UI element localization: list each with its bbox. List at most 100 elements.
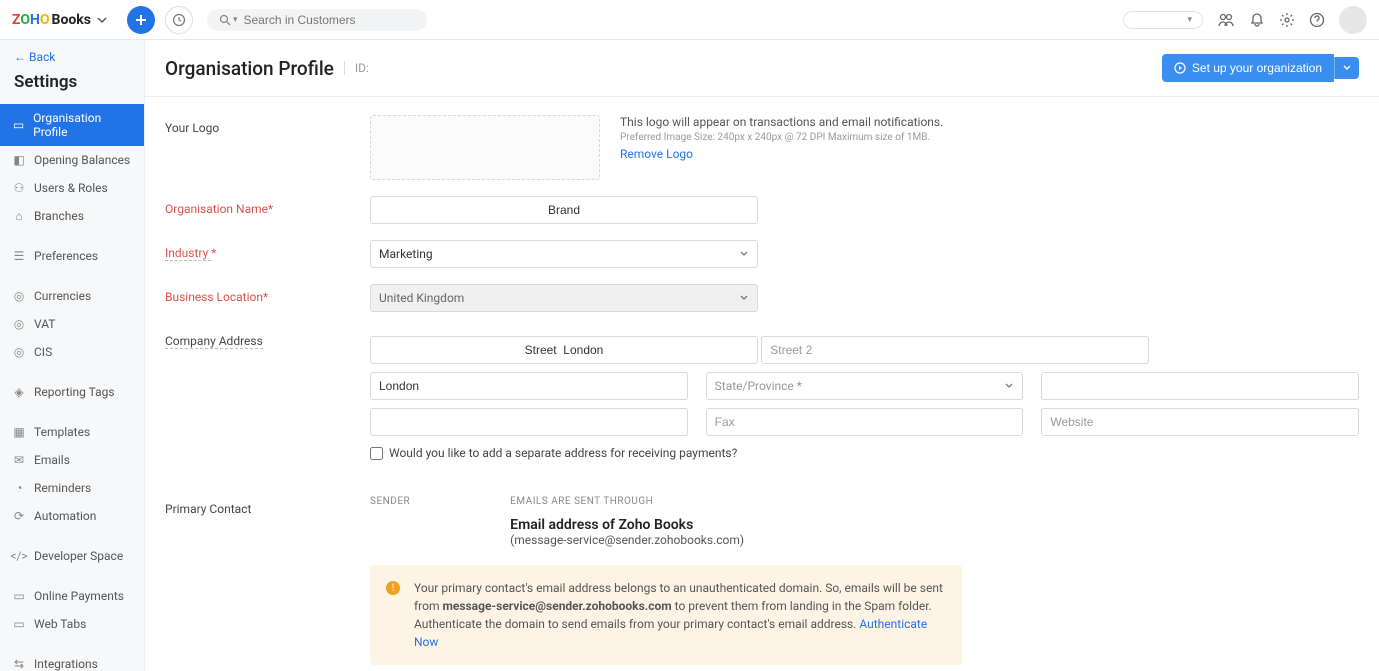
- chevron-down-icon: [739, 293, 749, 303]
- gear-icon[interactable]: [1279, 12, 1295, 28]
- sidebar-item-label: VAT: [34, 317, 55, 331]
- org-selector[interactable]: ▾: [1123, 11, 1203, 29]
- sidebar-item-label: Preferences: [34, 249, 98, 263]
- org-name-input[interactable]: [370, 196, 758, 224]
- org-name-label: Organisation Name*: [165, 196, 370, 216]
- page-title: Organisation Profile: [165, 57, 334, 80]
- sidebar-icon: ⟳: [12, 509, 26, 523]
- sender-heading: SENDER: [370, 496, 410, 507]
- search-input[interactable]: [243, 13, 413, 27]
- sidebar-item-branches[interactable]: ⌂ Branches: [0, 202, 144, 230]
- main-content: Organisation Profile ID: Set up your org…: [145, 40, 1379, 671]
- sidebar-icon: ⇆: [12, 657, 26, 671]
- sidebar-item-label: Integrations: [34, 657, 98, 671]
- recent-button[interactable]: [165, 6, 193, 34]
- sidebar-icon: ▭: [12, 118, 25, 132]
- sidebar-icon: ▦: [12, 425, 26, 439]
- refer-icon[interactable]: [1217, 11, 1235, 29]
- zip-input[interactable]: [1041, 372, 1359, 400]
- help-icon[interactable]: [1309, 12, 1325, 28]
- sidebar-icon: ◎: [12, 317, 26, 331]
- search-scope-caret: ▾: [233, 15, 238, 25]
- sidebar-item-reminders[interactable]: ◔Reminders: [0, 474, 144, 502]
- sidebar-item-label: Reminders: [34, 481, 91, 495]
- logo-size-hint: Preferred Image Size: 240px x 240px @ 72…: [620, 132, 943, 143]
- logo-zoho: ZOHO: [12, 12, 50, 28]
- domain-warning: ! Your primary contact's email address b…: [370, 565, 962, 665]
- sidebar-item-web-tabs[interactable]: ▭Web Tabs: [0, 610, 144, 638]
- sidebar-icon: </>: [12, 549, 26, 563]
- sidebar-item-label: Branches: [34, 209, 84, 223]
- sidebar-item-opening-balances[interactable]: ◧ Opening Balances: [0, 146, 144, 174]
- sidebar-icon: ◧: [12, 153, 26, 167]
- street2-input[interactable]: [761, 336, 1149, 364]
- sidebar-title: Settings: [0, 68, 144, 104]
- separate-address-checkbox[interactable]: [370, 447, 383, 460]
- sidebar-item-developer-space[interactable]: </> Developer Space: [0, 542, 144, 570]
- company-address-label: Company Address: [165, 328, 370, 348]
- sidebar-item-online-payments[interactable]: ▭ Online Payments: [0, 582, 144, 610]
- business-location-label: Business Location*: [165, 284, 370, 304]
- arrow-left-icon: ←: [14, 50, 26, 64]
- sidebar-item-templates[interactable]: ▦ Templates: [0, 418, 144, 446]
- logo-upload[interactable]: [370, 115, 600, 180]
- sidebar-item-label: CIS: [34, 345, 52, 359]
- sidebar-item-integrations[interactable]: ⇆ Integrations: [0, 650, 144, 671]
- logo-label: Your Logo: [165, 115, 370, 135]
- sidebar-item-label: Developer Space: [34, 549, 123, 563]
- sidebar-item-label: Automation: [34, 509, 96, 523]
- sidebar-item-vat[interactable]: ◎ VAT: [0, 310, 144, 338]
- sidebar-icon: ◎: [12, 289, 26, 303]
- chevron-down-icon: [1004, 381, 1014, 391]
- sidebar-icon: ◎: [12, 345, 26, 359]
- chevron-down-icon: [97, 15, 107, 25]
- sidebar-item-label: Users & Roles: [34, 181, 108, 195]
- industry-select[interactable]: Marketing: [370, 240, 758, 268]
- sent-through-heading: EMAILS ARE SENT THROUGH: [510, 496, 744, 507]
- sidebar-icon: ▭: [12, 589, 26, 603]
- sidebar-icon: ☰: [12, 249, 26, 263]
- logo-help-text: This logo will appear on transactions an…: [620, 115, 943, 129]
- sidebar-item-organisation-profile[interactable]: ▭ Organisation Profile: [0, 104, 144, 146]
- page-header: Organisation Profile ID: Set up your org…: [145, 40, 1379, 97]
- bell-icon[interactable]: [1249, 12, 1265, 28]
- sidebar-item-label: Templates: [34, 425, 90, 439]
- fax-input[interactable]: [706, 408, 1024, 436]
- street1-input[interactable]: [370, 336, 758, 364]
- state-select[interactable]: State/Province *: [706, 372, 1024, 400]
- sidebar-item-label: Organisation Profile: [33, 111, 132, 139]
- sent-through-email: (message-service@sender.zohobooks.com): [510, 533, 744, 547]
- sidebar-item-users-roles[interactable]: ⚇Users & Roles: [0, 174, 144, 202]
- search-icon: [219, 14, 231, 26]
- sidebar-item-label: Reporting Tags: [34, 385, 115, 399]
- avatar[interactable]: [1339, 6, 1367, 34]
- topbar: ZOHO Books ▾ ▾: [0, 0, 1379, 40]
- sidebar-item-label: Opening Balances: [34, 153, 130, 167]
- page-id-label: ID:: [344, 61, 369, 75]
- sidebar-item-automation[interactable]: ⟳ Automation: [0, 502, 144, 530]
- back-link[interactable]: ← Back: [0, 40, 144, 68]
- app-logo[interactable]: ZOHO Books: [12, 12, 107, 28]
- sidebar-icon: ⌂: [12, 209, 26, 223]
- warning-icon: !: [386, 581, 400, 595]
- phone-input[interactable]: [370, 408, 688, 436]
- industry-label: Industry *: [165, 240, 370, 260]
- city-input[interactable]: [370, 372, 688, 400]
- quick-create-button[interactable]: [127, 6, 155, 34]
- sidebar-item-emails[interactable]: ✉Emails: [0, 446, 144, 474]
- sidebar-icon: ▭: [12, 617, 26, 631]
- sidebar-item-preferences[interactable]: ☰ Preferences: [0, 242, 144, 270]
- sidebar-item-cis[interactable]: ◎ CIS: [0, 338, 144, 366]
- setup-org-dropdown[interactable]: [1334, 57, 1359, 79]
- business-location-select[interactable]: United Kingdom: [370, 284, 758, 312]
- remove-logo-link[interactable]: Remove Logo: [620, 147, 943, 161]
- chevron-down-icon: [739, 249, 749, 259]
- separate-address-row[interactable]: Would you like to add a separate address…: [370, 446, 1359, 460]
- sidebar-item-label: Online Payments: [34, 589, 124, 603]
- website-input[interactable]: [1041, 408, 1359, 436]
- play-icon: [1174, 62, 1186, 74]
- sidebar-item-reporting-tags[interactable]: ◈Reporting Tags: [0, 378, 144, 406]
- sidebar-item-currencies[interactable]: ◎Currencies: [0, 282, 144, 310]
- search-box[interactable]: ▾: [207, 9, 427, 31]
- setup-org-button[interactable]: Set up your organization: [1162, 54, 1334, 82]
